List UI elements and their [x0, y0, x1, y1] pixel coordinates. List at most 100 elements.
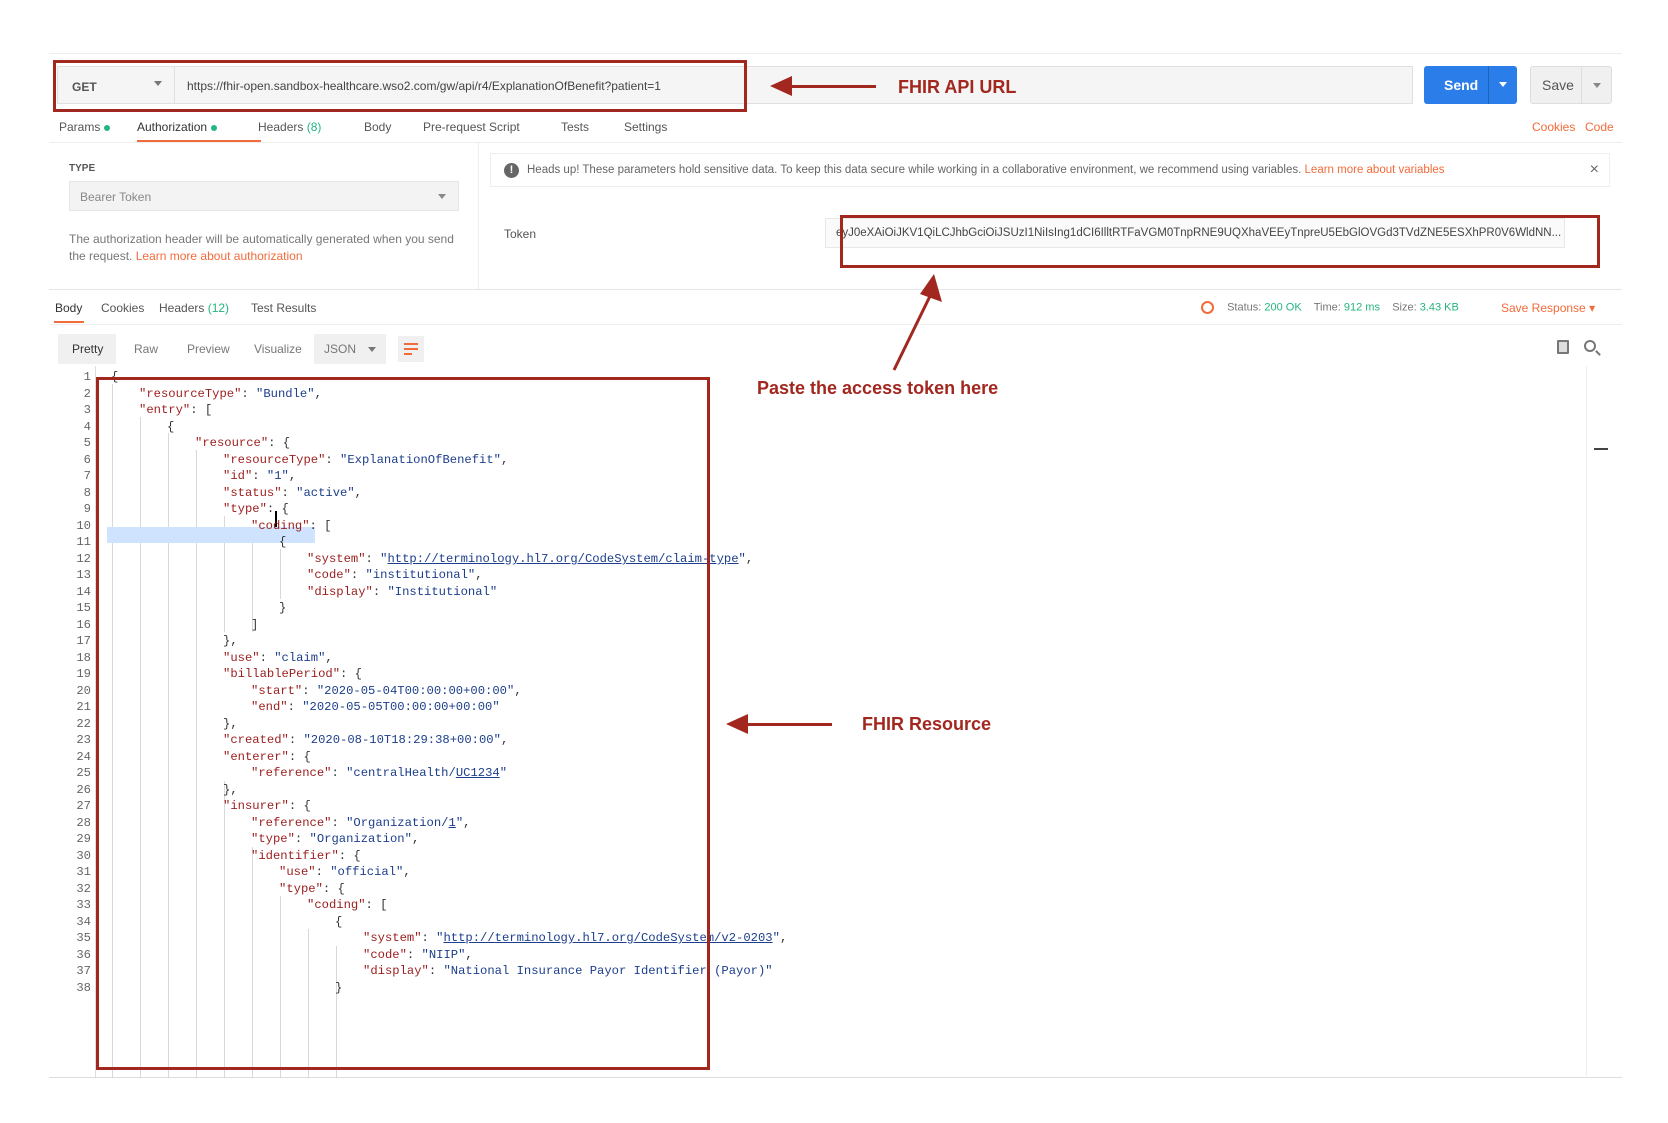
size-value: 3.43 KB — [1419, 301, 1459, 314]
annotation-arrow-line — [746, 723, 832, 726]
arrow-left-icon — [726, 714, 748, 734]
line-number: 4 — [83, 419, 91, 434]
send-divider — [1488, 66, 1489, 104]
line-number: 29 — [76, 832, 91, 846]
line-number: 10 — [76, 518, 91, 533]
tab-prerequest-script[interactable]: Pre-request Script — [423, 120, 520, 134]
line-number: 25 — [76, 766, 91, 780]
tab-headers[interactable]: Headers (8) — [258, 120, 321, 134]
line-number: 20 — [76, 683, 91, 698]
line-number: 1 — [83, 370, 91, 384]
view-raw-button[interactable]: Raw — [134, 334, 158, 364]
send-label: Send — [1444, 77, 1479, 93]
line-number: 23 — [76, 733, 91, 747]
view-preview-button[interactable]: Preview — [187, 334, 230, 364]
tab-authorization[interactable]: Authorization — [137, 120, 218, 134]
line-number: 16 — [76, 617, 91, 632]
line-number: 5 — [83, 436, 91, 450]
send-button[interactable]: Send — [1424, 66, 1517, 104]
save-label: Save — [1542, 77, 1574, 93]
view-visualize-button[interactable]: Visualize — [254, 334, 302, 364]
code-link[interactable]: Code — [1585, 120, 1614, 134]
info-icon: ! — [504, 163, 519, 178]
divider — [49, 324, 1622, 325]
globe-icon[interactable] — [1201, 301, 1214, 314]
line-number: 38 — [76, 980, 91, 995]
line-number: 9 — [83, 502, 91, 516]
status-label: Status: — [1227, 301, 1262, 314]
auth-type-value: Bearer Token — [80, 190, 152, 204]
line-number: 21 — [76, 700, 91, 714]
line-number: 32 — [76, 881, 91, 896]
line-number: 28 — [76, 815, 91, 830]
tab-params[interactable]: Params — [59, 120, 111, 134]
tab-settings[interactable]: Settings — [624, 120, 667, 134]
line-number: 22 — [76, 716, 91, 731]
learn-more-auth-link[interactable]: Learn more about authorization — [136, 249, 303, 263]
tab-test-results[interactable]: Test Results — [251, 301, 316, 315]
line-number: 8 — [83, 485, 91, 500]
cookies-link[interactable]: Cookies — [1532, 120, 1575, 134]
tab-label: Authorization — [137, 120, 208, 134]
annotation-box-resource — [96, 377, 710, 1070]
learn-more-variables-link[interactable]: Learn more about variables — [1305, 164, 1445, 176]
chevron-down-icon[interactable] — [1499, 82, 1507, 87]
chevron-down-icon — [438, 194, 446, 199]
search-icon[interactable] — [1584, 340, 1596, 352]
wrap-lines-icon[interactable] — [398, 336, 424, 362]
tab-count: (8) — [306, 120, 322, 134]
save-button[interactable]: Save — [1530, 66, 1612, 104]
chevron-down-icon[interactable] — [1593, 83, 1601, 88]
status-value: 200 OK — [1264, 301, 1302, 314]
tab-label: Headers — [159, 301, 205, 315]
arrow-left-icon — [770, 76, 792, 96]
line-number: 27 — [76, 799, 91, 813]
tab-response-cookies[interactable]: Cookies — [101, 301, 144, 315]
line-number: 6 — [83, 452, 91, 467]
headsup-banner: ! Heads up! These parameters hold sensit… — [490, 153, 1610, 187]
line-number: 19 — [76, 667, 91, 681]
line-number: 13 — [76, 568, 91, 582]
close-icon[interactable]: × — [1590, 161, 1599, 179]
save-divider — [1581, 67, 1582, 103]
annotation-box-token — [840, 215, 1600, 268]
time-label: Time: — [1313, 301, 1341, 314]
auth-type-select[interactable]: Bearer Token — [69, 181, 459, 211]
tab-label: Headers — [258, 120, 304, 134]
save-response-label: Save Response — [1501, 301, 1586, 315]
scrollbar-track[interactable] — [1586, 366, 1587, 1078]
line-number: 14 — [76, 584, 91, 599]
view-toolbar: Pretty Raw Preview Visualize JSON — [58, 334, 1618, 364]
tab-response-body[interactable]: Body — [55, 301, 82, 315]
auth-description: The authorization header will be automat… — [69, 231, 459, 265]
format-value: JSON — [324, 342, 357, 356]
tab-body[interactable]: Body — [364, 120, 391, 134]
chevron-down-icon — [368, 347, 376, 352]
copy-icon[interactable] — [1557, 340, 1569, 354]
tab-label: Params — [59, 120, 101, 134]
tab-count: (12) — [207, 301, 230, 315]
line-number: 18 — [76, 650, 91, 665]
annotation-url-label: FHIR API URL — [898, 77, 1017, 97]
line-number: 12 — [76, 551, 91, 566]
line-number: 36 — [76, 947, 91, 962]
auth-type-panel: TYPE Bearer Token The authorization head… — [49, 143, 479, 289]
tab-tests[interactable]: Tests — [561, 120, 589, 134]
time-value: 912 ms — [1343, 301, 1380, 314]
size-label: Size: — [1392, 301, 1417, 314]
annotation-box-url — [53, 60, 747, 112]
line-number: 26 — [76, 782, 91, 797]
response-tabs: Body Cookies Headers (12) Test Results S… — [49, 290, 1622, 324]
save-response-button[interactable]: Save Response ▾ — [1501, 301, 1595, 315]
token-label: Token — [504, 227, 537, 241]
view-pretty-button[interactable]: Pretty — [58, 334, 116, 364]
format-select[interactable]: JSON — [314, 334, 386, 364]
type-label: TYPE — [69, 163, 96, 174]
dot-icon — [104, 124, 111, 131]
line-number: 35 — [76, 931, 91, 945]
tab-response-headers[interactable]: Headers (12) — [159, 301, 229, 315]
annotation-token-label: Paste the access token here — [757, 378, 999, 398]
line-number: 30 — [76, 848, 91, 863]
line-number: 3 — [83, 403, 91, 417]
dot-icon — [211, 124, 218, 131]
